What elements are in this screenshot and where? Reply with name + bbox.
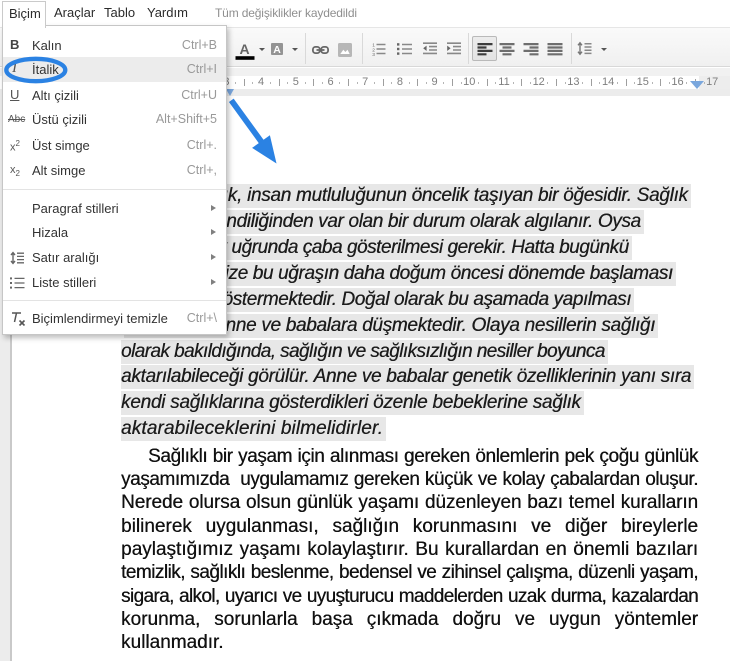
svg-text:3: 3 bbox=[372, 52, 375, 56]
svg-text:A: A bbox=[239, 41, 249, 57]
svg-text:A: A bbox=[273, 44, 281, 55]
